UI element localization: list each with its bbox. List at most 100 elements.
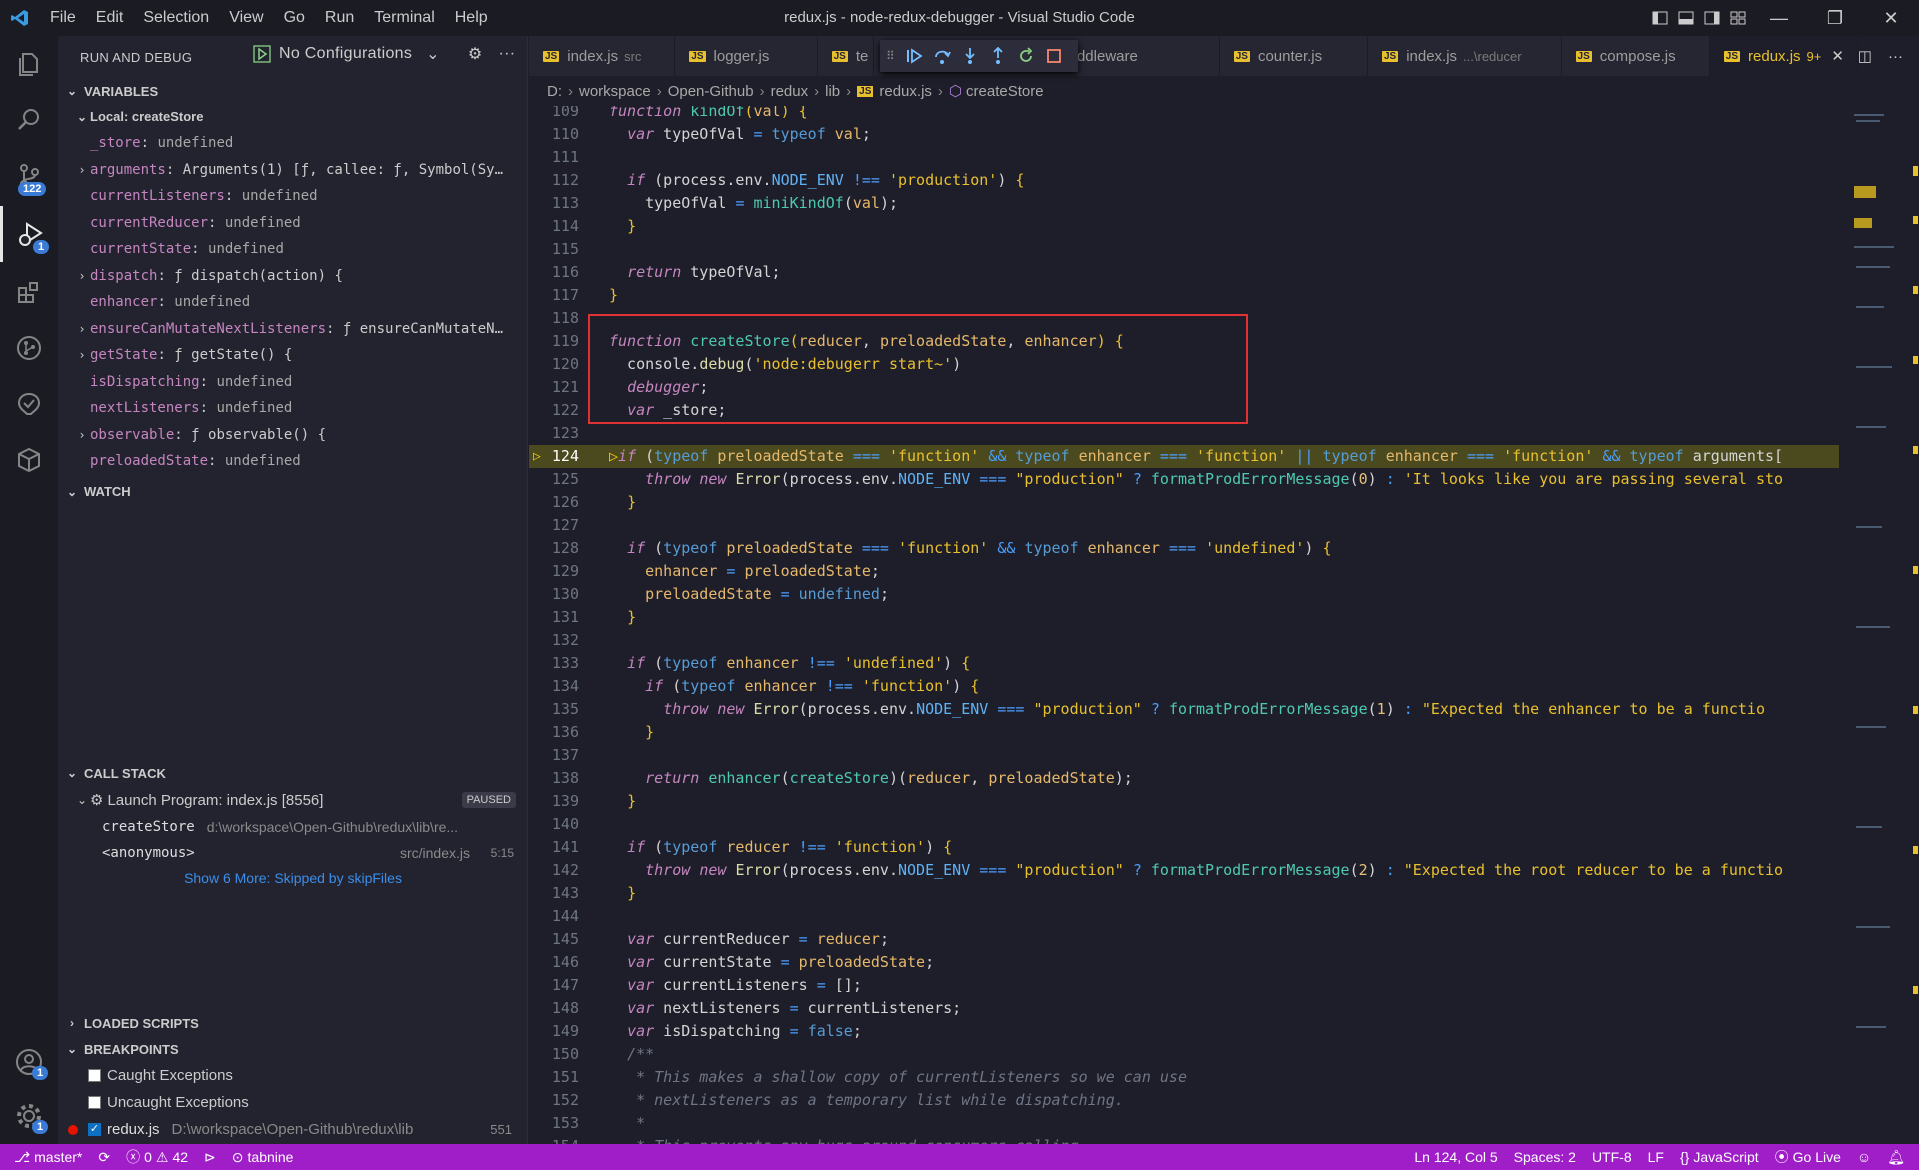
variables-header[interactable]: ⌄ VARIABLES xyxy=(58,78,527,104)
minimap[interactable] xyxy=(1848,106,1906,1144)
cursor-position[interactable]: Ln 124, Col 5 xyxy=(1406,1149,1505,1165)
search-icon[interactable] xyxy=(0,92,58,148)
stop-icon[interactable] xyxy=(1045,47,1063,65)
restore-icon[interactable]: ❐ xyxy=(1807,0,1863,36)
menu-edit[interactable]: Edit xyxy=(86,0,134,36)
step-into-icon[interactable] xyxy=(961,47,979,65)
tab-redux[interactable]: JS redux.js 9+ ✕ xyxy=(1709,36,1858,76)
uncaught-exceptions-row[interactable]: Uncaught Exceptions xyxy=(58,1089,528,1116)
breadcrumb-item[interactable]: lib xyxy=(825,83,840,100)
split-editor-icon[interactable]: ◫ xyxy=(1858,47,1872,65)
run-debug-icon[interactable]: 1 xyxy=(0,206,58,262)
indentation[interactable]: Spaces: 2 xyxy=(1506,1149,1584,1165)
remote-explorer-icon[interactable] xyxy=(0,432,58,488)
editor-more-icon[interactable]: ··· xyxy=(1888,48,1903,65)
source-control-icon[interactable]: 122 xyxy=(0,148,58,204)
line-ending[interactable]: LF xyxy=(1640,1149,1672,1165)
checkbox[interactable] xyxy=(88,1096,101,1109)
watch-header[interactable]: ⌄ WATCH xyxy=(58,479,527,505)
encoding[interactable]: UTF-8 xyxy=(1584,1149,1640,1165)
checkbox[interactable] xyxy=(88,1069,101,1082)
variable-row[interactable]: isDispatching: undefined xyxy=(58,369,527,396)
restart-icon[interactable] xyxy=(1017,47,1035,65)
breadcrumb-item[interactable]: D: xyxy=(547,83,562,100)
caught-exceptions-row[interactable]: Caught Exceptions xyxy=(58,1062,528,1089)
menu-help[interactable]: Help xyxy=(445,0,498,36)
variable-row[interactable]: _store: undefined xyxy=(58,130,527,157)
menu-terminal[interactable]: Terminal xyxy=(364,0,444,36)
variable-row[interactable]: currentListeners: undefined xyxy=(58,183,527,210)
testing-icon[interactable] xyxy=(0,376,58,432)
variable-row[interactable]: › arguments: Arguments(1) [ƒ, callee: ƒ, … xyxy=(58,157,527,184)
call-stack-header[interactable]: ⌄ CALL STACK xyxy=(58,760,528,786)
breakpoints-header[interactable]: ⌄ BREAKPOINTS xyxy=(58,1036,528,1062)
toggle-secondary-sidebar-icon[interactable] xyxy=(1699,5,1725,31)
more-actions-icon[interactable]: ··· xyxy=(499,45,516,63)
debug-settings-gear-icon[interactable]: ⚙ xyxy=(468,44,483,64)
breakpoint-file-row[interactable]: ✓ redux.js D:\workspace\Open-Github\redu… xyxy=(58,1116,528,1143)
accounts-icon[interactable]: 1 xyxy=(0,1034,58,1090)
menu-file[interactable]: File xyxy=(40,0,86,36)
debug-status-icon[interactable]: ⊳ xyxy=(196,1149,224,1166)
step-over-icon[interactable] xyxy=(933,47,951,65)
tab-counter[interactable]: JS counter.js xyxy=(1219,36,1368,76)
branch-indicator[interactable]: ⎇ master* xyxy=(0,1149,90,1166)
sync-icon[interactable]: ⟳ xyxy=(90,1149,118,1166)
editor-scrollbar[interactable] xyxy=(1906,106,1919,1144)
breadcrumb-item[interactable]: createStore xyxy=(966,83,1044,100)
variable-row[interactable]: currentReducer: undefined xyxy=(58,210,527,237)
variable-row[interactable]: preloadedState: undefined xyxy=(58,448,527,475)
minimize-icon[interactable]: — xyxy=(1751,0,1807,36)
variable-row[interactable]: › ensureCanMutateNextListeners: ƒ ensureC… xyxy=(58,316,527,343)
variable-row[interactable]: currentState: undefined xyxy=(58,236,527,263)
breadcrumb-item[interactable]: redux xyxy=(771,83,809,100)
stack-frame[interactable]: createStore d:\workspace\Open-Github\red… xyxy=(58,814,528,840)
drag-handle-icon[interactable]: ⠿ xyxy=(886,49,895,63)
tab-te[interactable]: JS te xyxy=(817,36,874,76)
close-tab-icon[interactable]: ✕ xyxy=(1831,47,1844,65)
start-debug-icon[interactable] xyxy=(253,45,271,63)
tab-index-src[interactable]: JS index.js src xyxy=(529,36,676,76)
menu-view[interactable]: View xyxy=(219,0,273,36)
menu-selection[interactable]: Selection xyxy=(133,0,219,36)
git-graph-icon[interactable] xyxy=(0,320,58,376)
continue-icon[interactable] xyxy=(905,47,923,65)
problems-indicator[interactable]: ⓧ 0 ⚠ 42 xyxy=(118,1147,196,1167)
explorer-icon[interactable] xyxy=(0,36,58,92)
toggle-panel-icon[interactable] xyxy=(1673,5,1699,31)
call-stack-thread[interactable]: ⌄ ⚙ Launch Program: index.js [8556] PAUS… xyxy=(58,786,528,814)
code-editor[interactable]: 109 function kindOf(val) { 110 var typeOf… xyxy=(529,106,1839,1144)
breadcrumb-item[interactable]: Open-Github xyxy=(668,83,754,100)
stack-frame[interactable]: <anonymous> src/index.js 5:15 xyxy=(58,840,528,866)
tabnine-indicator[interactable]: ⊙ tabnine xyxy=(224,1149,302,1166)
settings-gear-icon[interactable]: 1 xyxy=(0,1088,58,1144)
variable-row[interactable]: › dispatch: ƒ dispatch(action) { xyxy=(58,263,527,290)
tab-compose[interactable]: JS compose.js xyxy=(1561,36,1710,76)
menu-go[interactable]: Go xyxy=(274,0,315,36)
variable-row[interactable]: nextListeners: undefined xyxy=(58,395,527,422)
go-live-button[interactable]: ⦿ Go Live xyxy=(1767,1147,1849,1167)
close-window-icon[interactable]: ✕ xyxy=(1863,0,1919,36)
variable-row[interactable]: › getState: ƒ getState() { xyxy=(58,342,527,369)
variable-row[interactable]: › observable: ƒ observable() { xyxy=(58,422,527,449)
extensions-icon[interactable] xyxy=(0,264,58,320)
scope-local[interactable]: ⌄ Local: createStore xyxy=(58,104,527,130)
loaded-scripts-header[interactable]: › LOADED SCRIPTS xyxy=(58,1010,528,1036)
step-out-icon[interactable] xyxy=(989,47,1007,65)
customize-layout-icon[interactable] xyxy=(1725,5,1751,31)
variable-row[interactable]: enhancer: undefined xyxy=(58,289,527,316)
breadcrumb-item[interactable]: redux.js xyxy=(879,83,932,100)
menu-run[interactable]: Run xyxy=(315,0,364,36)
js-file-icon: JS xyxy=(1381,50,1399,62)
show-more-frames-link[interactable]: Show 6 More: Skipped by skipFiles xyxy=(58,866,528,890)
notifications-bell-icon[interactable]: 🔔︎ xyxy=(1879,1149,1919,1166)
tab-logger[interactable]: JS logger.js xyxy=(675,36,818,76)
checkbox-checked[interactable]: ✓ xyxy=(88,1123,101,1136)
toggle-sidebar-icon[interactable] xyxy=(1647,5,1673,31)
chevron-down-icon: ⌄ xyxy=(426,46,440,63)
language-mode[interactable]: {} JavaScript xyxy=(1672,1149,1767,1165)
breadcrumb-item[interactable]: workspace xyxy=(579,83,651,100)
debug-config-select[interactable]: No Configurations ⌄ ⚙ ··· xyxy=(253,44,515,64)
feedback-icon[interactable]: ☺ xyxy=(1849,1149,1879,1165)
tab-index-reducer[interactable]: JS index.js ...\reducer xyxy=(1367,36,1562,76)
